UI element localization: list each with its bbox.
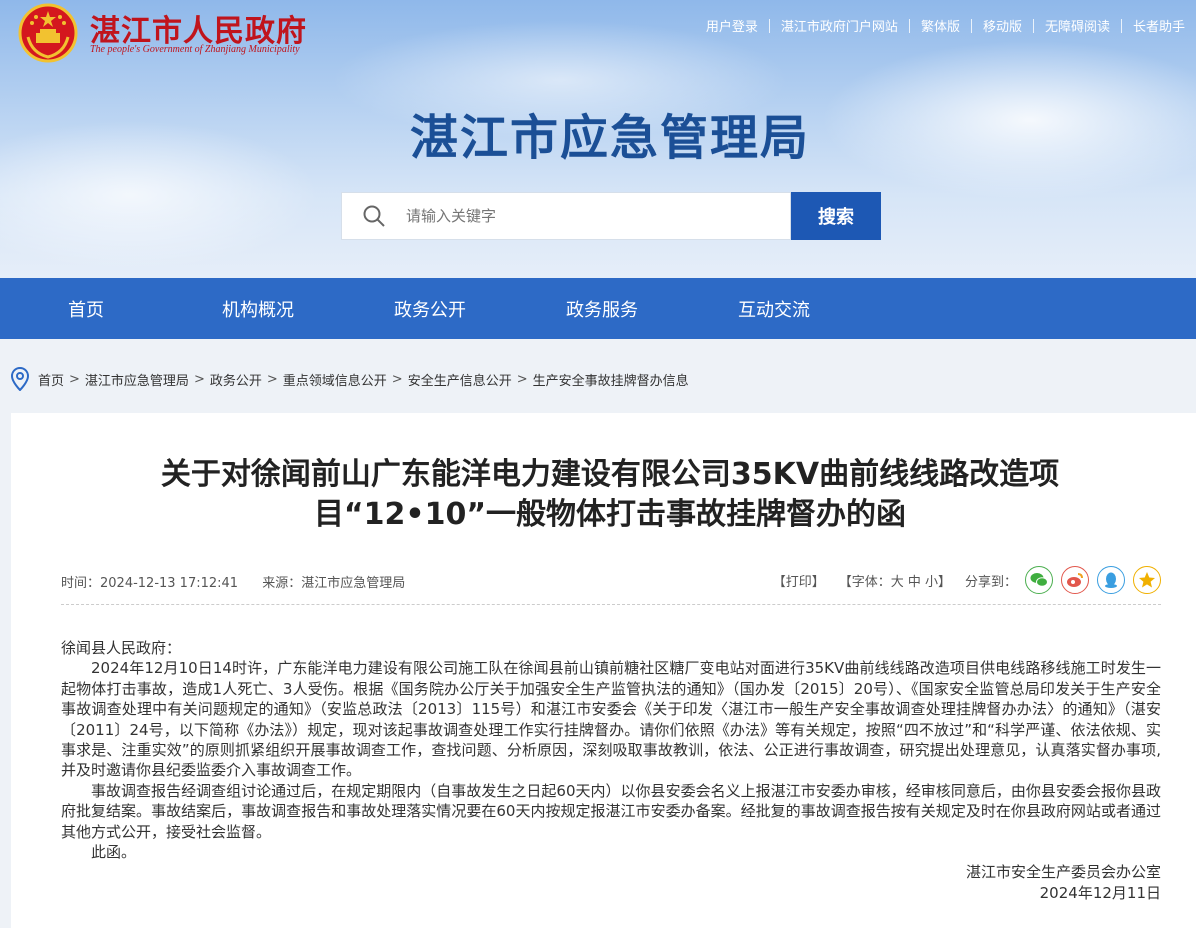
- breadcrumb-public-affairs[interactable]: 政务公开: [210, 370, 262, 389]
- breadcrumb-separator: >: [69, 371, 80, 387]
- breadcrumb-safety-info[interactable]: 安全生产信息公开: [408, 370, 512, 389]
- search-input[interactable]: [406, 207, 766, 225]
- top-link-login[interactable]: 用户登录: [695, 16, 769, 35]
- article-source: 来源：湛江市应急管理局: [262, 576, 406, 591]
- breadcrumb-separator: >: [266, 371, 278, 387]
- closing: 此函。: [91, 843, 137, 862]
- top-link-mobile[interactable]: 移动版: [972, 16, 1033, 35]
- breadcrumb: 首页 > 湛江市应急管理局 > 政务公开 > 重点领域信息公开 > 安全生产信息…: [10, 367, 689, 391]
- search-icon: [363, 205, 385, 227]
- salutation: 徐闻县人民政府：: [61, 639, 182, 657]
- national-emblem-icon: [18, 3, 78, 63]
- top-link-traditional[interactable]: 繁体版: [910, 16, 971, 35]
- font-size-control[interactable]: 【字体：大 中 小】: [839, 571, 951, 590]
- location-pin-icon: [10, 367, 30, 391]
- article-title-line: 目“12•10”一般物体打击事故挂牌督办的函: [313, 497, 907, 532]
- nav-item-about[interactable]: 机构概况: [172, 278, 344, 339]
- main-nav: 首页 机构概况 政务公开 政务服务 互动交流: [0, 278, 1196, 339]
- top-link-portal[interactable]: 湛江市政府门户网站: [770, 16, 909, 35]
- article-body: 徐闻县人民政府： 2024年12月10日14时许，广东能洋电力建设有限公司施工队…: [61, 638, 1161, 903]
- weibo-icon[interactable]: [1061, 566, 1089, 594]
- share-label: 分享到：: [964, 574, 1017, 590]
- nav-item-interaction[interactable]: 互动交流: [688, 278, 860, 339]
- meta-divider: [61, 604, 1161, 605]
- top-links: 用户登录 湛江市政府门户网站 繁体版 移动版 无障碍阅读 长者助手: [695, 16, 1196, 35]
- top-link-accessibility[interactable]: 无障碍阅读: [1034, 16, 1121, 35]
- article-title-line: 关于对徐闻前山广东能洋电力建设有限公司35KV曲前线线路改造项: [160, 457, 1060, 492]
- breadcrumb-home[interactable]: 首页: [38, 370, 64, 389]
- paragraph: 2024年12月10日14时许，广东能洋电力建设有限公司施工队在徐闻县前山镇前糖…: [61, 659, 1161, 780]
- signature: 湛江市安全生产委员会办公室: [965, 863, 1161, 882]
- print-button[interactable]: 【打印】: [773, 571, 825, 590]
- qzone-icon[interactable]: [1133, 566, 1161, 594]
- article-title: 关于对徐闻前山广东能洋电力建设有限公司35KV曲前线线路改造项 目“12•10”…: [0, 455, 1196, 535]
- site-title: 湛江市应急管理局: [409, 110, 810, 166]
- gov-name-en: The people's Government of Zhanjiang Mun…: [90, 44, 300, 55]
- breadcrumb-bureau[interactable]: 湛江市应急管理局: [85, 370, 189, 389]
- letter-date: 2024年12月11日: [1039, 883, 1161, 902]
- breadcrumb-separator: >: [516, 371, 528, 387]
- wechat-icon[interactable]: [1025, 566, 1053, 594]
- breadcrumb-key-areas[interactable]: 重点领域信息公开: [283, 370, 387, 389]
- search-button[interactable]: 搜索: [791, 192, 881, 240]
- nav-item-home[interactable]: 首页: [0, 278, 172, 339]
- top-link-elderly[interactable]: 长者助手: [1122, 16, 1196, 35]
- breadcrumb-separator: >: [193, 371, 205, 387]
- qq-icon[interactable]: [1097, 566, 1125, 594]
- publish-time: 时间：2024-12-13 17:12:41: [61, 576, 239, 591]
- search-box: [341, 192, 791, 240]
- paragraph: 事故调查报告经调查组讨论通过后，在规定期限内（自事故发生之日起60天内）以你县安…: [61, 781, 1161, 841]
- nav-item-public-affairs[interactable]: 政务公开: [344, 278, 516, 339]
- article-meta: 时间：2024-12-13 17:12:41 来源：湛江市应急管理局 【打印】 …: [61, 566, 1161, 596]
- nav-item-services[interactable]: 政务服务: [516, 278, 688, 339]
- breadcrumb-current[interactable]: 生产安全事故挂牌督办信息: [533, 370, 689, 389]
- breadcrumb-separator: >: [391, 371, 403, 387]
